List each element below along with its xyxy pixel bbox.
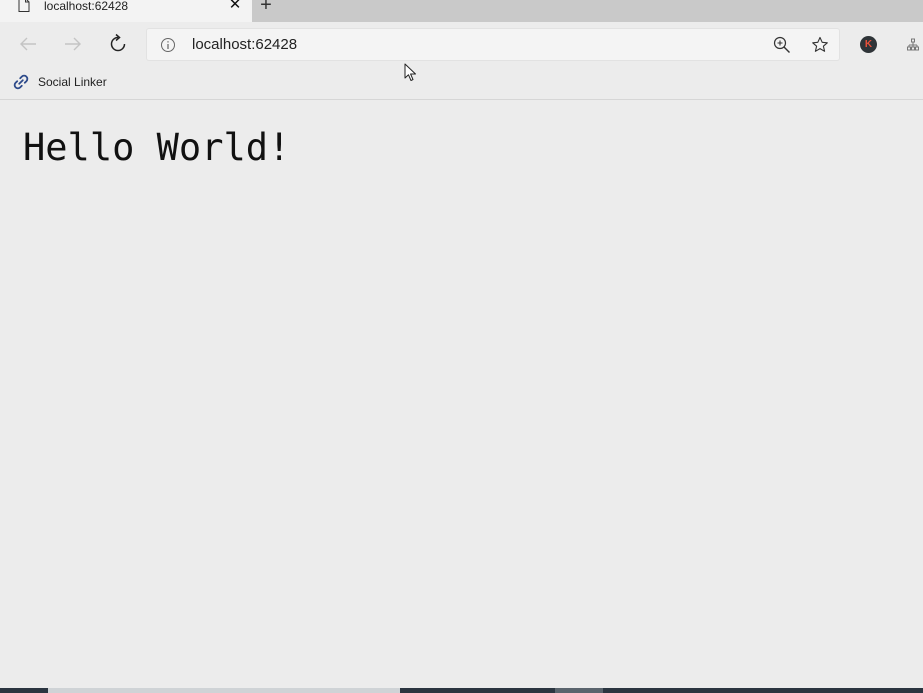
favorites-item-social-linker[interactable]: Social Linker <box>12 71 107 93</box>
forward-arrow-icon[interactable] <box>61 32 85 56</box>
favorites-bar: Social Linker <box>0 66 923 100</box>
extension-icon[interactable] <box>906 38 920 52</box>
page-content: Hello World! <box>0 100 923 688</box>
url-text[interactable]: localhost:62428 <box>192 36 297 54</box>
star-icon[interactable] <box>810 35 830 55</box>
favorites-item-label: Social Linker <box>38 75 107 89</box>
tab-localhost[interactable]: localhost:62428 ✕ <box>0 0 252 22</box>
tab-title: localhost:62428 <box>44 0 129 13</box>
taskbar-item[interactable] <box>555 688 603 693</box>
info-icon[interactable] <box>160 37 176 53</box>
taskbar <box>0 688 923 693</box>
address-bar[interactable]: localhost:62428 <box>147 29 839 60</box>
back-arrow-icon[interactable] <box>16 32 40 56</box>
tab-close-icon[interactable]: ✕ <box>228 0 242 13</box>
profile-avatar[interactable]: K <box>860 36 877 53</box>
zoom-in-icon[interactable] <box>772 35 792 55</box>
refresh-icon[interactable] <box>106 32 130 56</box>
taskbar-item[interactable] <box>48 688 400 693</box>
page-heading: Hello World! <box>23 126 291 169</box>
page-icon <box>18 0 30 12</box>
tab-strip: localhost:62428 ✕ + <box>0 0 923 22</box>
new-tab-button[interactable]: + <box>258 0 274 15</box>
browser-window: localhost:62428 ✕ + localhost:62428 K So… <box>0 0 923 693</box>
toolbar: localhost:62428 K <box>0 22 923 66</box>
mouse-cursor-icon <box>404 63 418 83</box>
link-icon <box>12 73 30 91</box>
